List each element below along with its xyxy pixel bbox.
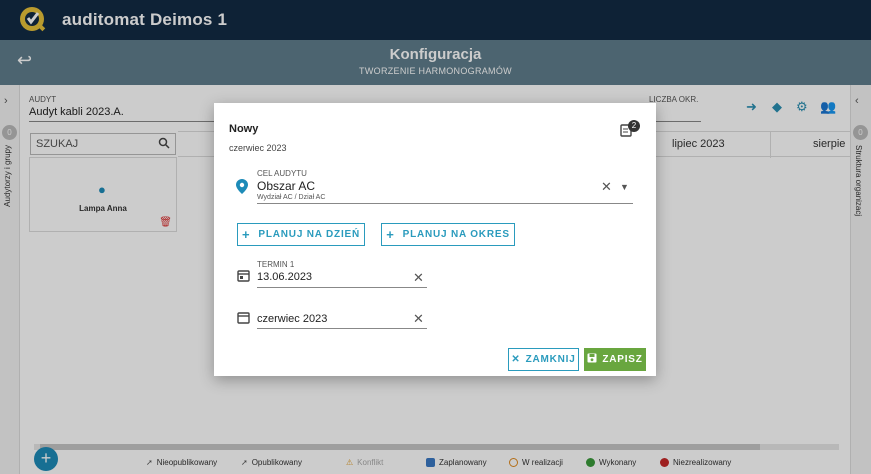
save-button[interactable]: ZAPISZ — [584, 348, 646, 371]
target-label: CEL AUDYTU — [257, 169, 307, 178]
clear-icon[interactable]: ✕ — [601, 179, 612, 195]
plus-icon: + — [386, 227, 395, 242]
calendar-icon — [237, 269, 250, 287]
term-month-input[interactable]: czerwiec 2023 — [257, 313, 327, 325]
dialog-subtitle: czerwiec 2023 — [229, 143, 287, 153]
plan-day-button[interactable]: + PLANUJ NA DZIEŃ — [237, 223, 365, 246]
target-path: Wydział AC / Dział AC — [257, 194, 326, 201]
term-month-underline — [257, 328, 427, 329]
clear-date-icon[interactable]: ✕ — [413, 270, 424, 286]
dialog-badge: 2 — [628, 120, 640, 132]
plan-period-button[interactable]: + PLANUJ NA OKRES — [381, 223, 515, 246]
close-button[interactable]: ✕ ZAMKNIJ — [508, 348, 579, 371]
calendar-month-icon — [237, 311, 250, 329]
plus-icon: + — [241, 227, 251, 242]
save-icon — [587, 353, 597, 366]
close-icon: ✕ — [511, 354, 521, 365]
clear-month-icon[interactable]: ✕ — [413, 311, 424, 327]
close-label: ZAMKNIJ — [525, 354, 576, 365]
location-pin-icon — [236, 179, 248, 197]
save-label: ZAPISZ — [602, 354, 643, 365]
term-date-input[interactable]: 13.06.2023 — [257, 271, 312, 283]
target-underline — [257, 203, 633, 204]
term-label: TERMIN 1 — [257, 260, 295, 269]
plan-day-label: PLANUJ NA DZIEŃ — [258, 229, 361, 240]
dropdown-arrow-icon[interactable]: ▼ — [620, 182, 629, 192]
term-date-underline — [257, 287, 427, 288]
new-schedule-dialog: Nowy czerwiec 2023 2 CEL AUDYTU Obszar A… — [214, 103, 656, 376]
target-select[interactable]: Obszar AC — [257, 179, 315, 193]
plan-period-label: PLANUJ NA OKRES — [402, 229, 510, 240]
dialog-title: Nowy — [229, 123, 259, 135]
